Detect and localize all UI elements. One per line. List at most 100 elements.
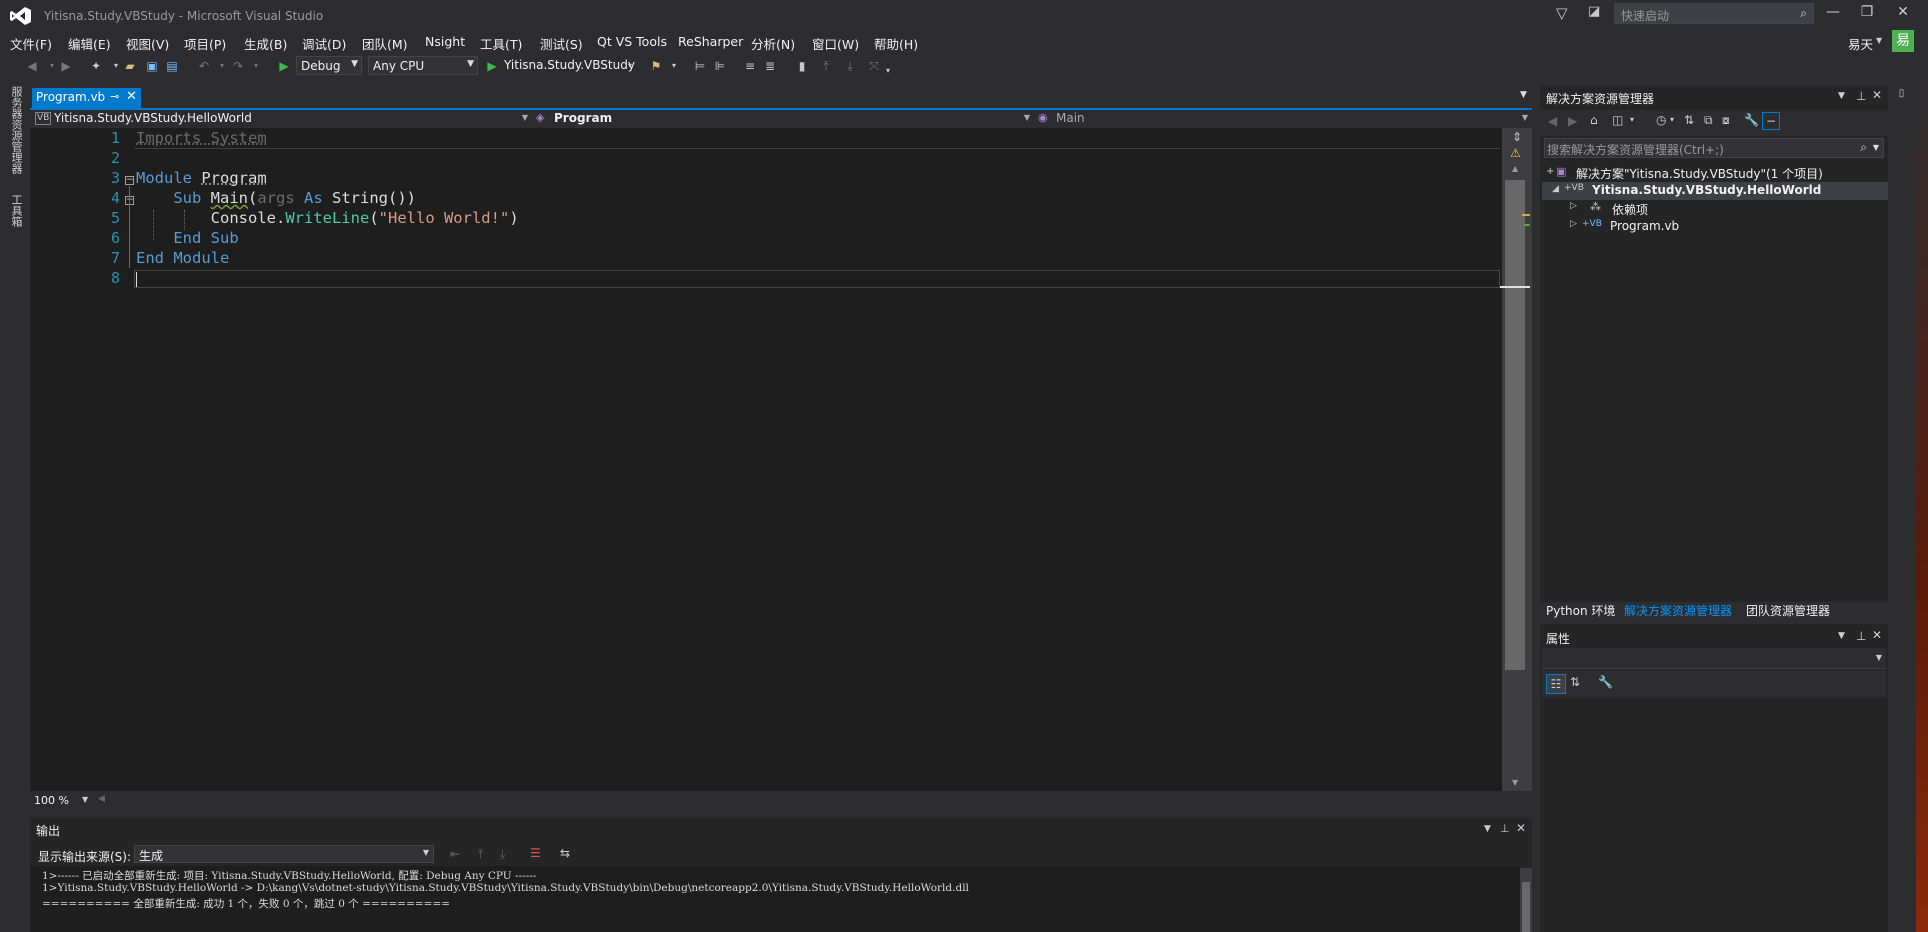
forward-icon[interactable]: ▶ <box>1568 114 1577 128</box>
pin-icon[interactable]: ⊥ <box>1856 89 1866 103</box>
switch-views-icon[interactable]: ◫ <box>1612 113 1623 127</box>
home-icon[interactable]: ⌂ <box>1590 113 1598 127</box>
chevron-down-icon[interactable]: ▾ <box>622 58 638 74</box>
align-left-icon[interactable]: ⊨ <box>692 58 708 74</box>
scroll-left-icon[interactable]: ◀ <box>98 794 105 804</box>
menu-team[interactable]: 团队(M) <box>362 34 408 53</box>
menu-qt-vs-tools[interactable]: Qt VS Tools <box>597 34 667 49</box>
preview-selected-icon[interactable]: − <box>1762 112 1780 130</box>
word-wrap-icon[interactable]: ⇆ <box>560 846 570 860</box>
chevron-down-icon[interactable]: ▾ <box>1630 115 1634 124</box>
properties-object-dropdown[interactable]: ▼ <box>1542 648 1886 669</box>
property-pages-icon[interactable]: 🔧 <box>1598 675 1613 689</box>
next-message-icon[interactable]: ⤓ <box>500 847 505 862</box>
comment-icon[interactable]: ≡ <box>742 58 758 74</box>
menu-tools[interactable]: 工具(T) <box>480 34 522 53</box>
menu-nsight[interactable]: Nsight <box>425 34 465 49</box>
chevron-down-icon[interactable]: ▼ <box>1876 36 1882 45</box>
back-icon[interactable]: ◀ <box>24 58 40 74</box>
menu-help[interactable]: 帮助(H) <box>874 34 918 53</box>
menu-test[interactable]: 测试(S) <box>540 34 583 53</box>
warning-icon[interactable]: ⚠ <box>1510 146 1521 160</box>
user-name[interactable]: 易天 <box>1848 34 1873 53</box>
close-icon[interactable]: ✕ <box>126 89 137 104</box>
chevron-down-icon[interactable]: ▼ <box>1484 824 1491 834</box>
clear-all-icon[interactable]: ☰ <box>530 846 541 860</box>
save-all-icon[interactable]: ▤ <box>164 58 180 74</box>
tree-item-project[interactable]: Yitisna.Study.VBStudy.HelloWorld <box>1592 183 1821 197</box>
tab-solution-explorer[interactable]: 解决方案资源管理器 <box>1624 602 1732 619</box>
menu-file[interactable]: 文件(F) <box>10 34 52 53</box>
feedback-icon[interactable]: ◪ <box>1588 4 1600 19</box>
tree-item-program-vb[interactable]: Program.vb <box>1610 219 1679 233</box>
prev-bookmark-icon[interactable]: ⤒ <box>818 58 834 74</box>
side-panel-icon[interactable]: ▯ <box>1896 88 1907 99</box>
tree-item-dependencies[interactable]: 依赖项 <box>1612 201 1648 218</box>
scroll-up-icon[interactable]: ▲ <box>1512 164 1518 173</box>
class-nav-dropdown[interactable]: ◈ Program ▼ <box>534 110 1034 129</box>
scroll-down-icon[interactable]: ▼ <box>1512 778 1518 787</box>
close-icon[interactable]: ✕ <box>1872 88 1882 102</box>
toolbox-tab[interactable]: 工具箱 <box>8 194 24 227</box>
chevron-down-icon[interactable]: ▾ <box>214 58 230 74</box>
menu-view[interactable]: 视图(V) <box>126 34 169 53</box>
tab-team-explorer[interactable]: 团队资源管理器 <box>1746 602 1830 619</box>
redo-icon[interactable]: ↷ <box>230 58 246 74</box>
menu-project[interactable]: 项目(P) <box>184 34 226 53</box>
align-right-icon[interactable]: ⊫ <box>712 58 728 74</box>
collapsed-chevron-icon[interactable]: ▷ <box>1570 201 1577 211</box>
menu-edit[interactable]: 编辑(E) <box>68 34 111 53</box>
new-project-icon[interactable]: ✦ <box>88 58 104 74</box>
undo-icon[interactable]: ↶ <box>196 58 212 74</box>
menu-window[interactable]: 窗口(W) <box>812 34 859 53</box>
server-explorer-tab[interactable]: 服务器资源管理器 <box>8 86 24 174</box>
forward-icon[interactable]: ▶ <box>58 58 74 74</box>
scrollbar-thumb[interactable] <box>1522 882 1530 932</box>
menu-debug[interactable]: 调试(D) <box>302 34 346 53</box>
alphabetical-icon[interactable]: ⇅ <box>1570 675 1580 689</box>
pending-changes-icon[interactable]: ◷ <box>1656 113 1666 127</box>
menu-analyze[interactable]: 分析(N) <box>751 34 795 53</box>
platform-dropdown[interactable]: Any CPU ▼ <box>368 56 478 75</box>
tab-program-vb[interactable]: Program.vb ⊸ ✕ <box>32 88 141 108</box>
code-editor[interactable] <box>30 128 1502 791</box>
collapsed-chevron-icon[interactable]: ▷ <box>1570 219 1577 229</box>
expand-icon[interactable]: + <box>1546 166 1554 177</box>
tree-item-solution[interactable]: 解决方案"Yitisna.Study.VBStudy"(1 个项目) <box>1576 165 1823 182</box>
collapse-all-icon[interactable]: ⧉ <box>1704 113 1713 128</box>
show-all-files-icon[interactable]: ⧇ <box>1722 113 1730 128</box>
open-folder-icon[interactable]: ▰ <box>122 58 138 74</box>
chevron-down-icon[interactable]: ▾ <box>880 63 896 79</box>
bookmark-icon[interactable]: ▮ <box>794 58 810 74</box>
minimize-button[interactable]: — <box>1818 4 1848 24</box>
pin-icon[interactable]: ⊸ <box>110 90 119 103</box>
go-to-message-icon[interactable]: ⇤ <box>450 847 460 861</box>
filter-icon[interactable]: ▽ <box>1556 4 1568 22</box>
chevron-down-icon[interactable]: ▼ <box>1838 631 1845 641</box>
prev-message-icon[interactable]: ⤒ <box>478 847 483 862</box>
menu-build[interactable]: 生成(B) <box>244 34 287 53</box>
categorized-icon[interactable]: ☷ <box>1546 674 1566 694</box>
tab-python-env[interactable]: Python 环境 <box>1546 602 1615 619</box>
close-icon[interactable]: ✕ <box>1872 628 1882 642</box>
output-source-dropdown[interactable]: 生成 ▼ <box>134 845 434 863</box>
start-debugging-icon[interactable]: ▶ <box>484 58 500 74</box>
collapse-module-icon[interactable]: − <box>125 176 134 185</box>
expanded-chevron-icon[interactable]: ◢ <box>1552 184 1559 194</box>
close-icon[interactable]: ✕ <box>1516 821 1526 835</box>
start-target-label[interactable]: Yitisna.Study.VBStudy <box>504 58 635 72</box>
uncomment-icon[interactable]: ≣ <box>762 58 778 74</box>
project-nav-dropdown[interactable]: VB Yitisna.Study.VBStudy.HelloWorld ▼ <box>32 110 532 129</box>
play-icon[interactable]: ▶ <box>276 58 292 74</box>
close-window-button[interactable]: ✕ <box>1888 4 1918 24</box>
split-editor-icon[interactable]: ⇕ <box>1512 130 1522 144</box>
member-nav-dropdown[interactable]: ◉ Main ▼ <box>1036 110 1532 129</box>
back-icon[interactable]: ◀ <box>1548 114 1557 128</box>
restore-button[interactable]: ❐ <box>1852 4 1882 24</box>
pin-icon[interactable]: ⊥ <box>1856 629 1866 643</box>
scrollbar-thumb[interactable] <box>1505 180 1525 670</box>
solution-explorer-search[interactable]: 搜索解决方案资源管理器(Ctrl+;) ⌕ ▼ <box>1544 138 1884 158</box>
chevron-down-icon[interactable]: ▾ <box>248 58 264 74</box>
chevron-down-icon[interactable]: ▼ <box>82 795 88 804</box>
avatar[interactable]: 易 <box>1892 30 1914 52</box>
